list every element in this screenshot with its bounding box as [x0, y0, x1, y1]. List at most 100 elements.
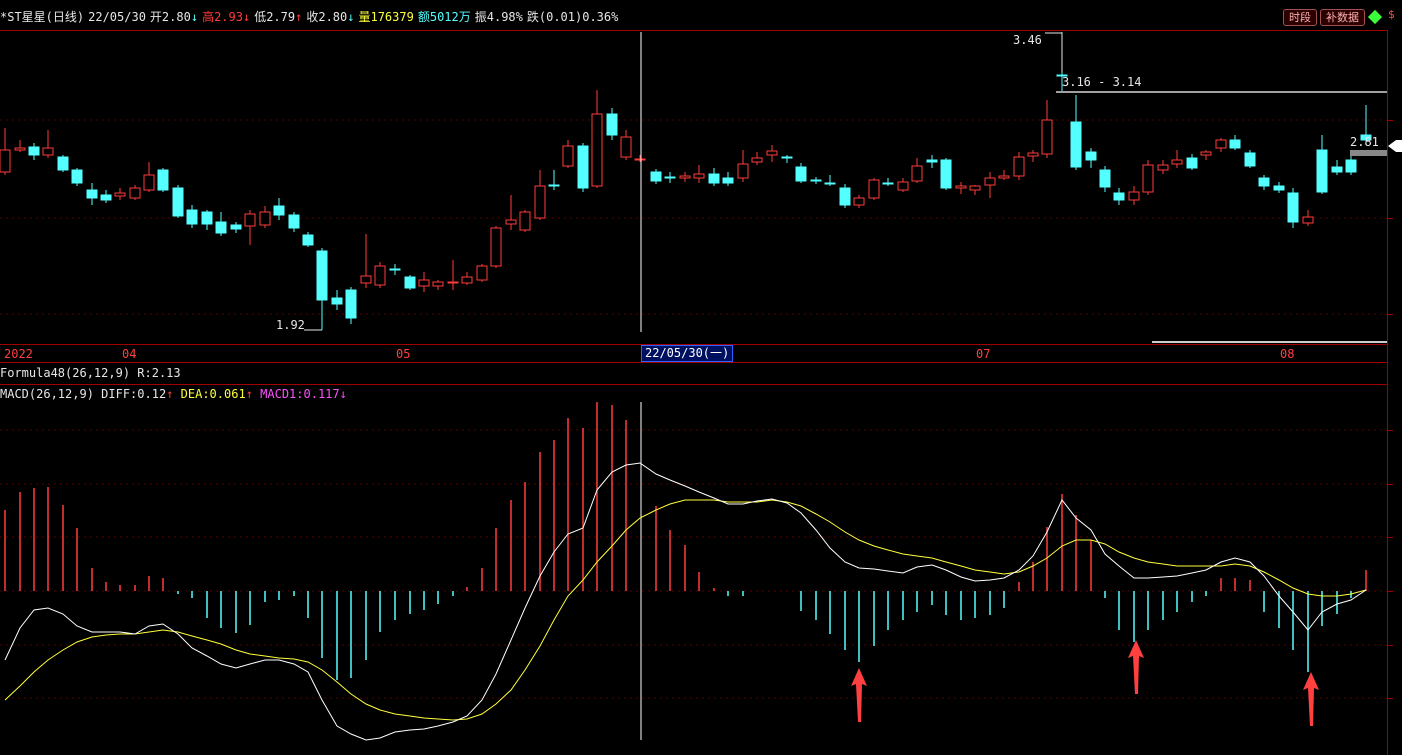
formula-line: Formula48(26,12,9) R:2.13 [0, 366, 181, 380]
date-label-05: 05 [396, 347, 411, 361]
candle-body [302, 234, 314, 246]
candle-body [447, 281, 459, 284]
red-up-arrow-icon [1128, 640, 1144, 694]
candle-body [157, 169, 169, 191]
candle-body [519, 211, 531, 231]
candle-body [201, 211, 213, 225]
candle-body [389, 268, 401, 271]
candle-body [824, 182, 836, 185]
candle-body [751, 157, 763, 163]
candle-body [186, 209, 198, 225]
macd-info-bar: MACD(26,12,9) DIFF:0.12↑ DEA:0.061↑ MACD… [0, 385, 347, 403]
candle-body [1128, 191, 1140, 201]
candle-body [1215, 139, 1227, 149]
axis-tick [1388, 120, 1393, 121]
candle-body [476, 265, 488, 281]
candle-body [1258, 177, 1270, 187]
candle-body [316, 250, 328, 301]
peak-price-label: 3.46 [1013, 33, 1042, 47]
candle-body [591, 113, 603, 187]
candle-body [244, 213, 256, 227]
candle-body [693, 173, 705, 179]
candle-body [42, 147, 54, 156]
candle-body [882, 182, 894, 185]
candle-body [737, 163, 749, 179]
axis-tick [1388, 645, 1393, 646]
candle-body [28, 146, 40, 156]
candle-body [1142, 164, 1154, 193]
candle-body [548, 184, 560, 187]
date-label-07: 07 [976, 347, 991, 361]
candle-body [650, 171, 662, 182]
candle-body [1013, 156, 1025, 177]
candle-body [606, 113, 618, 136]
candle-body [577, 145, 589, 189]
candle-body [1287, 192, 1299, 223]
macd-macd1: MACD1:0.117↓ [260, 387, 347, 401]
macd-name: MACD(26,12,9) [0, 387, 94, 401]
candle-body [1345, 159, 1357, 173]
axis-tick [1388, 218, 1393, 219]
candle-body [331, 297, 343, 305]
date-label-04: 04 [122, 347, 137, 361]
candle-body [432, 281, 444, 287]
candle-body [897, 181, 909, 191]
macd-diff: DIFF:0.12↑ [101, 387, 174, 401]
candle-body [86, 189, 98, 199]
candle-body [839, 187, 851, 206]
candle-body [955, 185, 967, 189]
candle-body [1316, 149, 1328, 193]
red-up-arrow-icon [851, 668, 867, 722]
candle-body [1200, 151, 1212, 156]
cursor-date-label: 22/05/30(一) [641, 345, 734, 362]
candle-body [0, 149, 11, 173]
candle-body [679, 175, 691, 179]
candle-body [143, 174, 155, 191]
candle-body [534, 185, 546, 219]
axis-tick [1388, 484, 1393, 485]
candle-body [374, 265, 386, 286]
dea-line [4, 499, 1367, 721]
candle-body [868, 179, 880, 199]
candle-body [926, 159, 938, 163]
candle-body [940, 159, 952, 189]
candle-body [781, 156, 793, 159]
candle-body [1070, 121, 1082, 168]
candle-body [969, 185, 981, 191]
candle-body [1302, 216, 1314, 224]
candle-body [273, 205, 285, 216]
candle-body [1273, 185, 1285, 191]
candle-body [71, 169, 83, 184]
candle-body [708, 173, 720, 184]
candle-body [172, 187, 184, 217]
current-price-bar [1350, 150, 1387, 156]
candle-body [418, 279, 430, 287]
candle-body [215, 221, 227, 234]
candle-body [1041, 119, 1053, 155]
candle-body [14, 147, 26, 151]
candle-body [490, 227, 502, 267]
date-label-08: 08 [1280, 347, 1295, 361]
candle-body [259, 211, 271, 226]
candle-body [1229, 139, 1241, 149]
candle-body [1171, 159, 1183, 165]
candle-body [984, 177, 996, 186]
candle-body [562, 145, 574, 167]
candle-body [461, 276, 473, 284]
axis-tick [1388, 698, 1393, 699]
candle-body [57, 156, 69, 171]
axis-tick [1388, 591, 1393, 592]
candle-body [345, 289, 357, 319]
candle-body [404, 276, 416, 289]
red-up-arrow-icon [1303, 672, 1319, 726]
kline-and-macd-chart[interactable] [0, 0, 1402, 755]
candle-body [1099, 169, 1111, 188]
axis-tick [1388, 430, 1393, 431]
axis-tick [1388, 314, 1393, 315]
candle-body [810, 179, 822, 182]
price-range-label: 3.16 - 3.14 [1062, 75, 1142, 89]
trough-price-label: 1.92 [276, 318, 305, 332]
candle-body [1157, 164, 1169, 171]
candle-body [1085, 151, 1097, 161]
macd-dea: DEA:0.061↑ [180, 387, 253, 401]
